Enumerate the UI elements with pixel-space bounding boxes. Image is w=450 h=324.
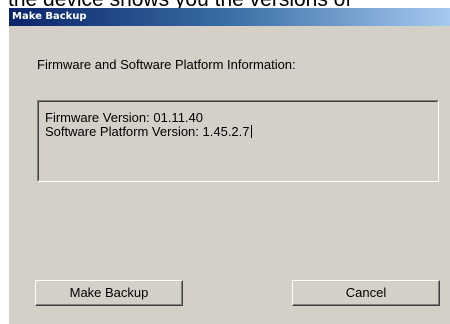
make-backup-button-label: Make Backup — [69, 285, 149, 300]
make-backup-button[interactable]: Make Backup — [35, 280, 183, 306]
window-title: Make Backup — [12, 11, 87, 22]
firmware-version-line: Firmware Version: 01.11.40 — [45, 110, 203, 125]
make-backup-dialog: Make Backup Firmware and Software Platfo… — [8, 8, 450, 324]
info-heading: Firmware and Software Platform Informati… — [37, 57, 296, 72]
software-platform-version-line: Software Platform Version: 1.45.2.7 — [45, 124, 252, 139]
software-platform-version-text: Software Platform Version: 1.45.2.7 — [45, 124, 250, 139]
cancel-button[interactable]: Cancel — [292, 280, 440, 306]
version-info-textbox[interactable]: Firmware Version: 01.11.40 Software Plat… — [37, 100, 439, 182]
version-info-textbox-inner: Firmware Version: 01.11.40 Software Plat… — [38, 101, 438, 181]
title-bar[interactable]: Make Backup — [9, 8, 450, 26]
firmware-version-text: Firmware Version: 01.11.40 — [45, 110, 203, 125]
text-caret — [250, 125, 252, 138]
cancel-button-label: Cancel — [345, 285, 387, 300]
